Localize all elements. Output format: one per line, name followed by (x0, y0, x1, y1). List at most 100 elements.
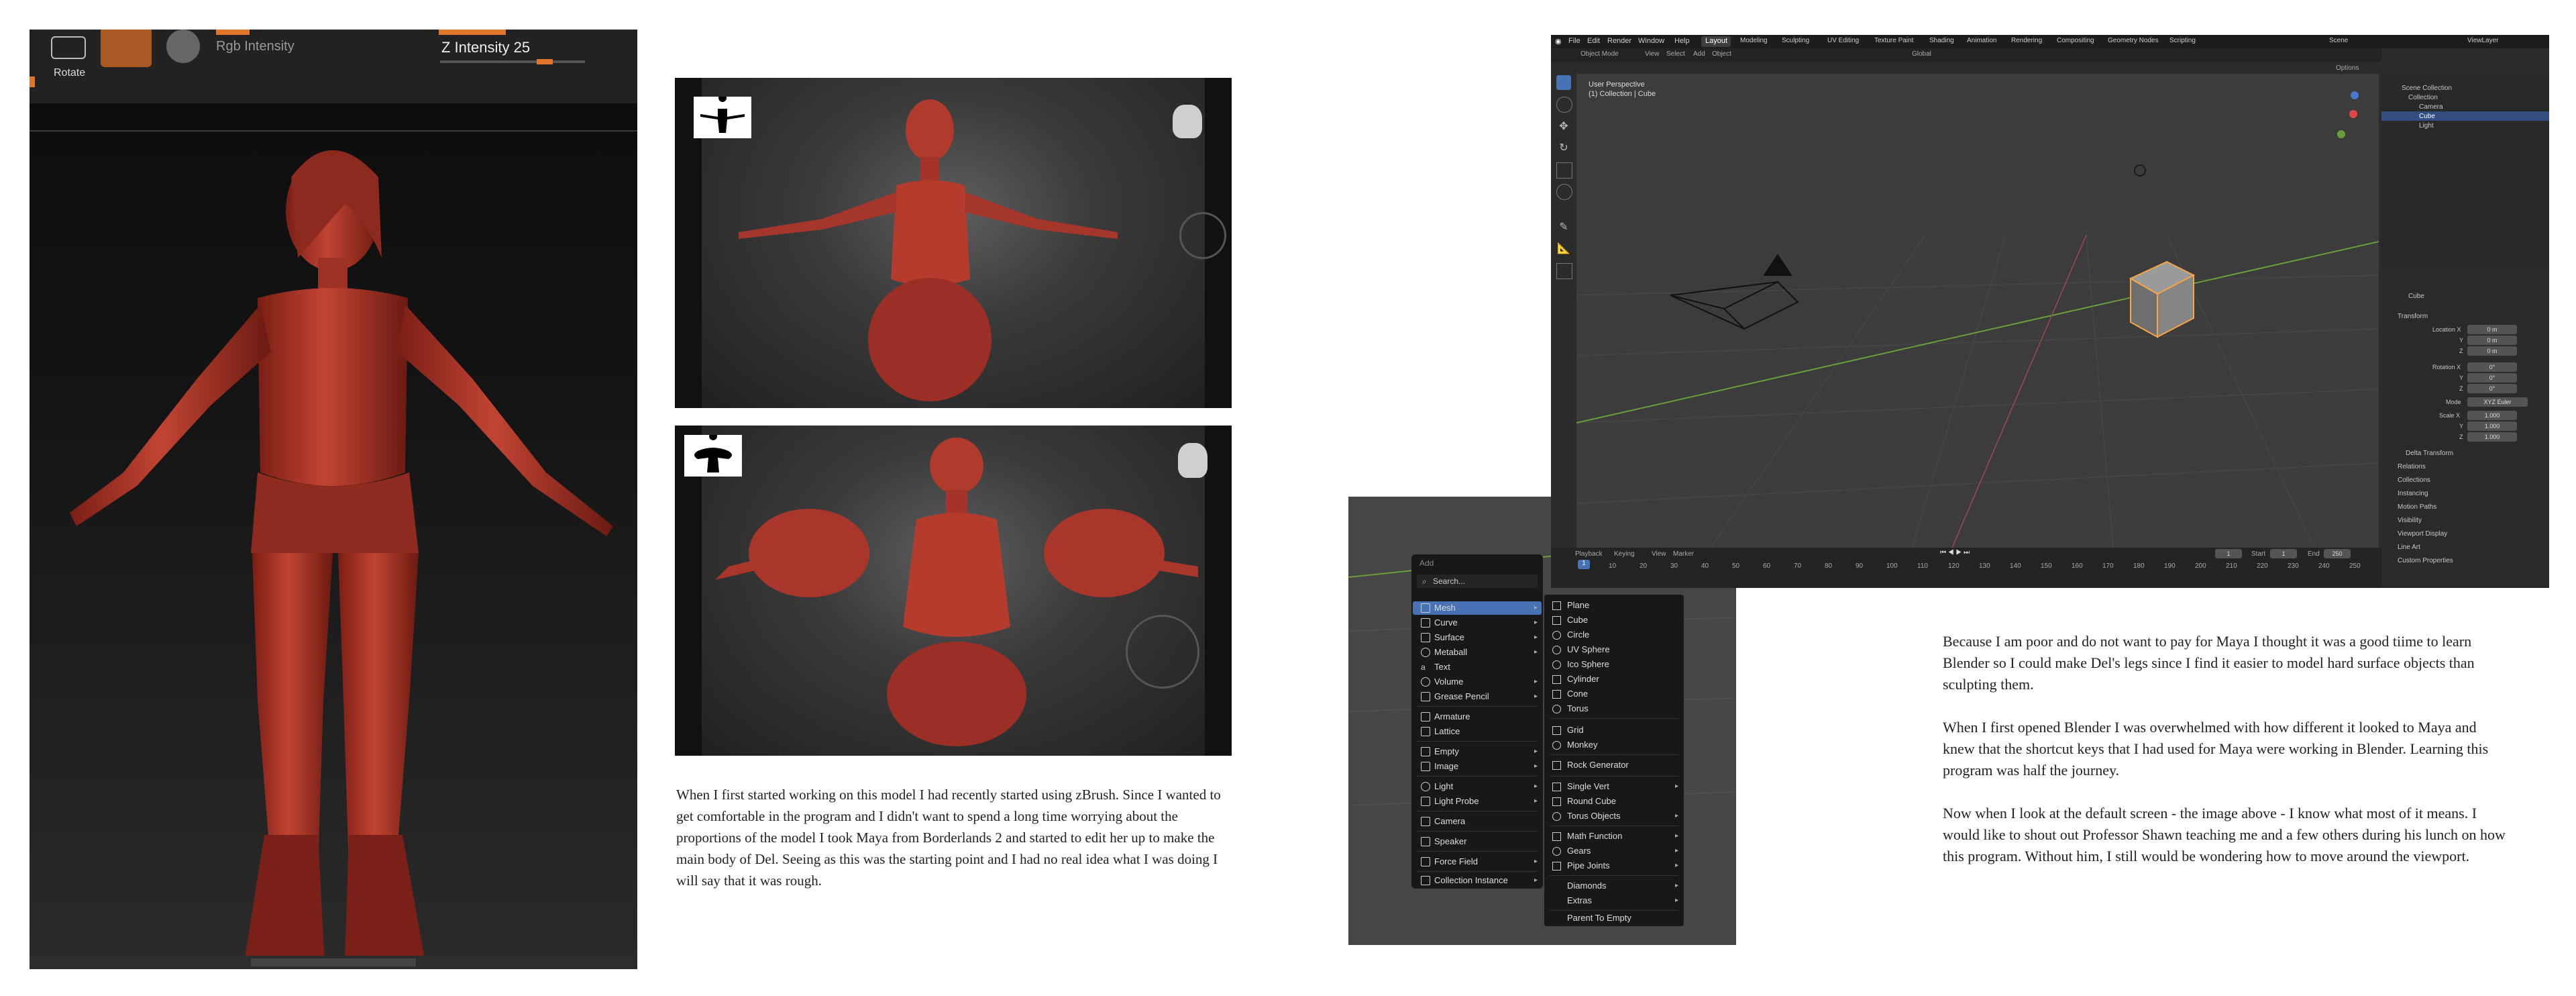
3d-viewport[interactable]: User Perspective (1) Collection | Cube (1576, 74, 2379, 548)
outliner-cube[interactable]: Cube (2419, 113, 2435, 120)
tab-geometry-nodes[interactable]: Geometry Nodes (2108, 37, 2159, 44)
transform-tool-icon[interactable] (1556, 184, 1572, 200)
camera-object[interactable] (1670, 254, 1799, 330)
select-tool-icon[interactable] (1556, 75, 1571, 90)
menu-item-volume[interactable]: Volume (1434, 677, 1463, 687)
header-select[interactable]: Select (1666, 50, 1685, 58)
tab-scripting[interactable]: Scripting (2169, 37, 2196, 44)
header-object[interactable]: Object (1712, 50, 1731, 58)
menu-item-text[interactable]: Text (1434, 662, 1450, 672)
z-slider-top-bar[interactable] (439, 30, 506, 35)
section-collections[interactable]: Collections (2398, 477, 2430, 484)
current-frame-field[interactable]: 1 (2215, 549, 2242, 558)
mesh-single-vert[interactable]: Single Vert (1567, 781, 1609, 791)
gizmo-z-axis[interactable] (2351, 91, 2359, 99)
mesh-circle[interactable]: Circle (1567, 630, 1589, 640)
menu-item-force-field[interactable]: Force Field (1434, 856, 1478, 866)
section-instancing[interactable]: Instancing (2398, 490, 2428, 497)
mesh-rock-generator[interactable]: Rock Generator (1567, 760, 1629, 770)
menu-item-collection-instance[interactable]: Collection Instance (1434, 875, 1508, 885)
add-cube-tool-icon[interactable] (1556, 263, 1572, 279)
timeline-keying[interactable]: Keying (1614, 550, 1635, 558)
section-line-art[interactable]: Line Art (2398, 544, 2420, 551)
mesh-pipe-joints[interactable]: Pipe Joints (1567, 860, 1610, 870)
menu-item-empty[interactable]: Empty (1434, 746, 1459, 756)
draw-mode-button[interactable] (101, 30, 152, 67)
mesh-math-function[interactable]: Math Function (1567, 831, 1622, 841)
scale-y-field[interactable]: 1.000 (2467, 421, 2517, 431)
menu-item-mesh-highlight[interactable] (1413, 601, 1542, 615)
tab-modeling[interactable]: Modeling (1740, 37, 1768, 44)
cube-object[interactable] (2129, 260, 2196, 338)
mesh-plane[interactable]: Plane (1567, 600, 1589, 610)
tab-shading[interactable]: Shading (1929, 37, 1954, 44)
object-name-field[interactable]: Cube (2408, 293, 2424, 300)
cursor-tool-icon[interactable] (1556, 97, 1572, 113)
mesh-grid[interactable]: Grid (1567, 725, 1584, 735)
tab-sculpting[interactable]: Sculpting (1782, 37, 1809, 44)
annotate-tool-icon[interactable]: ✎ (1556, 220, 1571, 235)
start-frame-field[interactable]: 1 (2270, 549, 2297, 558)
outliner-camera[interactable]: Camera (2419, 103, 2443, 111)
gizmo-x-axis[interactable] (2349, 110, 2357, 118)
menu-item-mesh[interactable]: Mesh (1434, 603, 1456, 613)
measure-tool-icon[interactable]: 📐 (1556, 242, 1571, 256)
playhead[interactable]: 1 (1578, 560, 1590, 569)
outliner-scene-collection[interactable]: Scene Collection (2402, 85, 2452, 92)
playback-controls[interactable]: ⏮ ◀ ▶ ⏭ (1940, 549, 1970, 556)
section-custom-properties[interactable]: Custom Properties (2398, 557, 2453, 564)
location-x-field[interactable]: 0 m (2467, 325, 2517, 334)
move-tool-icon[interactable]: ✥ (1556, 119, 1571, 134)
mesh-extras[interactable]: Extras (1567, 895, 1592, 905)
scale-z-field[interactable]: 1.000 (2467, 432, 2517, 442)
rotate-tool-icon[interactable]: ↻ (1556, 141, 1571, 156)
header-view[interactable]: View (1645, 50, 1660, 58)
end-frame-field[interactable]: 250 (2324, 549, 2351, 558)
menu-item-metaball[interactable]: Metaball (1434, 647, 1467, 657)
scroll-handle[interactable] (251, 958, 416, 966)
menu-item-image[interactable]: Image (1434, 761, 1458, 771)
gizmo-y-axis[interactable] (2337, 130, 2345, 138)
timeline-playback[interactable]: Playback (1575, 550, 1603, 558)
mesh-cylinder[interactable]: Cylinder (1567, 674, 1599, 684)
tab-uv-editing[interactable]: UV Editing (1827, 37, 1859, 44)
menu-item-surface[interactable]: Surface (1434, 632, 1464, 642)
material-sphere-icon[interactable] (166, 30, 200, 63)
section-visibility[interactable]: Visibility (2398, 517, 2422, 524)
mesh-parent-to-empty[interactable]: Parent To Empty (1567, 913, 1631, 923)
mesh-gears[interactable]: Gears (1567, 846, 1591, 856)
mesh-torus-objects[interactable]: Torus Objects (1567, 811, 1620, 821)
location-y-field[interactable]: 0 m (2467, 336, 2517, 345)
section-viewport-display[interactable]: Viewport Display (2398, 530, 2447, 538)
section-transform[interactable]: Transform (2398, 313, 2428, 320)
location-z-field[interactable]: 0 m (2467, 346, 2517, 356)
rgb-slider-bar[interactable] (216, 30, 250, 35)
rotate-icon[interactable] (51, 36, 86, 59)
mesh-diamonds[interactable]: Diamonds (1567, 881, 1607, 891)
menu-edit[interactable]: Edit (1587, 37, 1600, 45)
menu-help[interactable]: Help (1674, 37, 1690, 45)
menu-item-armature[interactable]: Armature (1434, 711, 1470, 721)
menu-item-curve[interactable]: Curve (1434, 617, 1458, 628)
menu-item-light-probe[interactable]: Light Probe (1434, 796, 1479, 806)
tab-rendering[interactable]: Rendering (2011, 37, 2042, 44)
menu-file[interactable]: File (1568, 37, 1580, 45)
menu-render[interactable]: Render (1607, 37, 1631, 45)
scale-x-field[interactable]: 1.000 (2467, 411, 2517, 420)
rotation-x-field[interactable]: 0° (2467, 362, 2517, 372)
timeline-view[interactable]: View (1652, 550, 1666, 558)
timeline-marker[interactable]: Marker (1673, 550, 1694, 558)
mesh-cube[interactable]: Cube (1567, 615, 1588, 625)
scale-tool-icon[interactable] (1556, 162, 1572, 179)
section-relations[interactable]: Relations (2398, 463, 2426, 470)
tab-animation[interactable]: Animation (1967, 37, 1996, 44)
section-delta-transform[interactable]: Delta Transform (2406, 450, 2453, 457)
scene-selector[interactable]: Scene (2329, 37, 2348, 44)
rotation-z-field[interactable]: 0° (2467, 384, 2517, 393)
outliner-collection[interactable]: Collection (2408, 94, 2438, 101)
menu-item-light[interactable]: Light (1434, 781, 1453, 791)
menu-item-camera[interactable]: Camera (1434, 816, 1465, 826)
section-motion-paths[interactable]: Motion Paths (2398, 503, 2436, 511)
outliner-light[interactable]: Light (2419, 122, 2434, 130)
mesh-cone[interactable]: Cone (1567, 689, 1588, 699)
